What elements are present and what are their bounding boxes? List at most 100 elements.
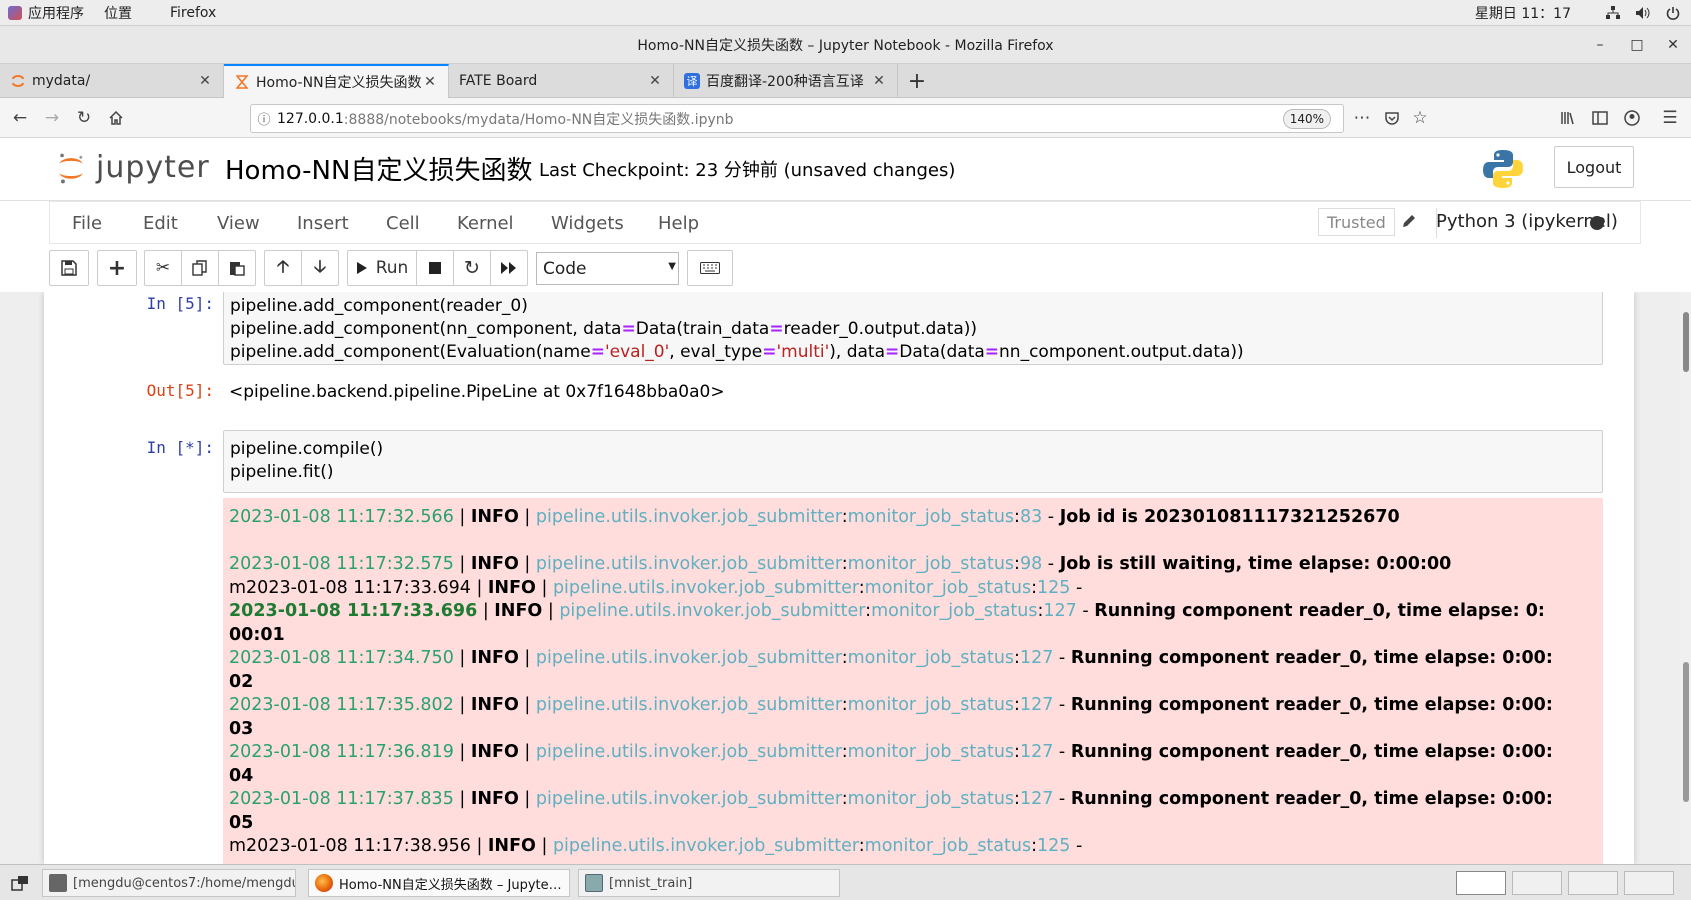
minimize-icon[interactable]: – [1585,26,1615,64]
site-info-icon[interactable]: ⓘ [251,109,277,128]
volume-icon[interactable] [1635,5,1651,21]
notebook-title[interactable]: Homo-NN自定义损失函数 [225,150,532,187]
insert-cell-button[interactable]: + [97,250,137,286]
notebook-container: In [5]: pipeline.add_component(reader_0)… [44,292,1634,864]
keyboard-icon [700,262,720,274]
window-title: Homo-NN自定义损失函数 – Jupyter Notebook - Mozi… [637,37,1054,54]
move-down-button[interactable]: 🡣 [301,250,339,286]
close-tab-icon[interactable]: ✕ [197,73,213,89]
menu-insert[interactable]: Insert [297,202,349,244]
paste-icon [230,262,245,276]
cell5-code-editor[interactable]: pipeline.add_component(reader_0) pipelin… [223,292,1603,365]
firefox-menu[interactable]: Firefox [170,5,216,21]
menu-view[interactable]: View [217,202,260,244]
log-line-continuation: 02 [229,671,254,692]
applications-icon [8,5,22,20]
window-title-bar: Homo-NN自定义损失函数 – Jupyter Notebook - Mozi… [0,26,1691,64]
cell5-output-prompt: Out[5]: [146,381,214,400]
bookmark-star-icon[interactable]: ☆ [1406,104,1434,132]
log-line: 2023-01-08 11:17:32.566 | INFO | pipelin… [229,507,1400,527]
taskbar-terminal[interactable]: [mengdu@centos7:/home/mengdu/… [42,869,296,897]
menu-kernel[interactable]: Kernel [457,202,514,244]
zoom-level[interactable]: 140% [1282,109,1331,129]
tab-mydata[interactable]: mydata/ ✕ [0,64,224,98]
forward-icon[interactable]: → [38,104,66,132]
url-bar[interactable]: ⓘ 127.0.0.1 :8888/notebooks/mydata/Homo-… [250,104,1344,133]
scrollbar-thumb[interactable] [1683,312,1689,372]
library-icon[interactable] [1554,104,1582,132]
restart-icon: ↻ [464,257,480,279]
close-tab-icon[interactable]: ✕ [422,74,438,90]
home-icon[interactable] [102,104,130,132]
tab-fate-board[interactable]: FATE Board ✕ [449,64,674,98]
cut-button[interactable]: ✂ [144,250,182,286]
sidebar-icon[interactable] [1586,104,1614,132]
document-icon [585,874,603,892]
close-tab-icon[interactable]: ✕ [871,73,887,89]
workspace-1[interactable] [1456,871,1506,895]
menu-help[interactable]: Help [658,202,699,244]
paste-button[interactable] [218,250,256,286]
system-top-bar: 应用程序 位置 Firefox 星期日 11：17 [0,0,1691,26]
hamburger-menu-icon[interactable]: ☰ [1656,104,1684,132]
cell6-code-editor[interactable]: pipeline.compile() pipeline.fit() [223,430,1603,493]
cell-type-select[interactable]: Code ▼ [536,252,679,285]
reload-icon[interactable]: ↻ [70,104,98,132]
menu-file[interactable]: File [72,202,102,244]
menu-widgets[interactable]: Widgets [551,202,624,244]
move-up-button[interactable]: 🡡 [264,250,302,286]
account-icon[interactable] [1618,104,1646,132]
code-line: pipeline.add_component(reader_0) [230,296,528,316]
back-icon[interactable]: ← [6,104,34,132]
menu-edit[interactable]: Edit [143,202,178,244]
close-window-icon[interactable]: ✕ [1658,26,1688,64]
show-desktop-icon[interactable] [8,873,32,893]
trusted-indicator[interactable]: Trusted [1318,208,1395,236]
more-actions-icon[interactable]: ⋯ [1348,104,1376,132]
new-tab-icon[interactable]: + [900,64,934,98]
restart-button[interactable]: ↻ [453,250,491,286]
copy-button[interactable] [181,250,219,286]
interrupt-button[interactable] [416,250,454,286]
terminal-icon [49,874,67,892]
power-icon[interactable] [1665,5,1681,21]
fast-forward-icon [501,262,516,274]
command-palette-button[interactable] [687,250,733,286]
log-line: m2023-01-08 11:17:33.694 | INFO | pipeli… [229,577,1083,598]
notebook-menubar: File Edit View Insert Cell Kernel Widget… [49,201,1641,244]
log-line: 2023-01-08 11:17:32.575 | INFO | pipelin… [229,554,1452,574]
edit-pencil-icon[interactable] [1400,212,1418,234]
output-scrollbar-thumb[interactable] [1683,662,1689,802]
log-line: 2023-01-08 11:17:37.835 | INFO | pipelin… [229,789,1553,809]
arrow-down-icon: 🡣 [313,256,327,277]
taskbar-mnist-train[interactable]: [mnist_train] [578,869,840,897]
workspace-4[interactable] [1624,871,1674,895]
workspace-2[interactable] [1512,871,1562,895]
firefox-icon [315,874,333,892]
clock[interactable]: 星期日 11：17 [1475,3,1571,23]
jupyter-logo-icon [59,153,83,183]
cell6-input-prompt: In [*]: [146,438,214,457]
menu-cell[interactable]: Cell [386,202,420,244]
cell5-output: <pipeline.backend.pipeline.PipeLine at 0… [229,382,725,402]
taskbar-firefox[interactable]: Homo-NN自定义损失函数 – Jupyte… [308,869,570,897]
save-button[interactable] [49,250,89,286]
applications-menu[interactable]: 应用程序 [0,3,84,23]
tab-baidu-translate[interactable]: 译 百度翻译-200种语言互译 ✕ [674,64,898,98]
pocket-icon[interactable] [1378,104,1406,132]
maximize-icon[interactable]: □ [1622,26,1652,64]
taskbar-label: Homo-NN自定义损失函数 – Jupyte… [339,877,562,893]
workspace-3[interactable] [1568,871,1618,895]
run-button[interactable]: Run [347,250,417,286]
places-menu[interactable]: 位置 [104,3,132,23]
logout-button[interactable]: Logout [1554,146,1634,188]
jupyter-logo[interactable]: jupyter [56,150,210,185]
restart-run-all-button[interactable] [490,250,528,286]
tab-notebook[interactable]: Homo-NN自定义损失函数 ✕ [224,64,449,98]
arrow-up-icon: 🡡 [276,256,290,277]
jupyter-logo-text: jupyter [96,150,210,185]
plus-icon: + [107,255,127,281]
page-scrollbar[interactable] [1680,292,1691,864]
close-tab-icon[interactable]: ✕ [647,73,663,89]
network-icon[interactable] [1605,5,1621,21]
